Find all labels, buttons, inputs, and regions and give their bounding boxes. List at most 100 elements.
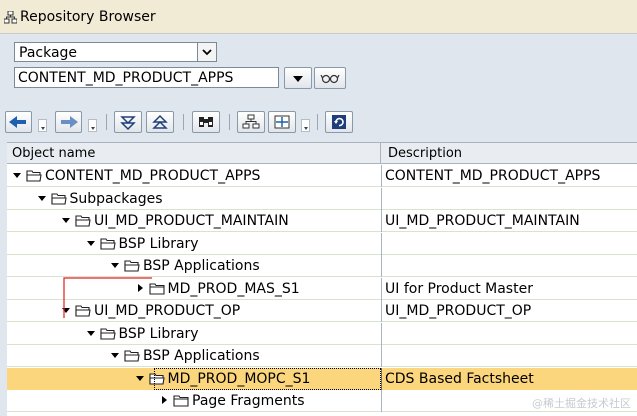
object-name-cell[interactable]: MD_PROD_MAS_S1 xyxy=(7,278,380,300)
object-name-label: BSP Applications xyxy=(143,348,260,364)
forward-button[interactable] xyxy=(55,111,82,133)
hierarchy-icon xyxy=(242,114,260,129)
expand-toggle-icon[interactable] xyxy=(134,281,146,295)
folder-open-icon xyxy=(124,350,140,362)
description-cell[interactable] xyxy=(381,322,637,345)
history-dropdown-button[interactable] xyxy=(284,67,312,89)
tree-row[interactable]: Subpackages xyxy=(7,187,637,210)
find-button[interactable] xyxy=(192,111,220,133)
object-tree-grid[interactable]: Object name Description CONTENT_MD_PRODU… xyxy=(7,142,637,416)
tree-row[interactable]: BSP Applications xyxy=(7,255,637,277)
toolbar-separator xyxy=(183,114,184,130)
description-cell[interactable] xyxy=(381,255,637,277)
folder-open-icon xyxy=(75,215,91,227)
object-type-value: Package xyxy=(19,45,78,61)
collapse-toggle-icon[interactable] xyxy=(109,258,121,272)
object-name-cell[interactable]: BSP Applications xyxy=(7,255,380,277)
tree-row[interactable]: MD_PROD_MOPC_S1 CDS Based Factsheet xyxy=(7,367,637,390)
forward-history-dropdown[interactable] xyxy=(88,119,97,132)
collapse-toggle-icon[interactable] xyxy=(60,303,72,317)
collapse-all-button[interactable] xyxy=(146,111,174,133)
refresh-icon xyxy=(332,115,346,129)
description-cell[interactable]: UI for Product Master xyxy=(381,277,637,300)
refresh-button[interactable] xyxy=(325,111,353,133)
back-history-dropdown[interactable] xyxy=(38,119,47,132)
folder-closed-icon xyxy=(148,282,165,295)
column-separator[interactable] xyxy=(380,143,381,164)
description-cell[interactable] xyxy=(381,232,637,255)
object-name-label: CONTENT_MD_PRODUCT_APPS xyxy=(45,168,261,184)
tree-row[interactable]: UI_MD_PRODUCT_MAINTAIN UI_MD_PRODUCT_MAIN… xyxy=(7,210,637,232)
collapse-toggle-icon[interactable] xyxy=(109,348,121,362)
expand-all-icon xyxy=(120,116,136,131)
description-cell[interactable]: CDS Based Factsheet xyxy=(381,367,637,390)
description-cell[interactable]: CONTENT_MD_PRODUCT_APPS xyxy=(381,165,637,187)
object-name-cell[interactable]: MD_PROD_MOPC_S1 xyxy=(7,367,381,390)
tree-row[interactable]: BSP Applications xyxy=(7,345,637,367)
collapse-toggle-icon[interactable] xyxy=(134,371,146,385)
triangle-down-icon xyxy=(293,76,303,82)
hierarchy-icon xyxy=(4,11,17,24)
object-name-cell[interactable]: BSP Library xyxy=(7,233,380,255)
object-name-cell[interactable]: BSP Library xyxy=(7,323,380,345)
object-name-label: Page Fragments xyxy=(192,393,305,409)
watermark: @稀土掘金技术社区 xyxy=(532,397,631,410)
collapse-toggle-icon[interactable] xyxy=(36,191,48,205)
folder-open-icon xyxy=(75,305,91,317)
glasses-icon xyxy=(320,74,340,84)
grid-header: Object name Description xyxy=(7,143,637,164)
object-name-cell[interactable]: Page Fragments xyxy=(7,390,380,412)
description-label: UI_MD_PRODUCT_MAINTAIN xyxy=(385,213,580,229)
object-name-value: CONTENT_MD_PRODUCT_APPS xyxy=(18,70,234,86)
folder-open-icon xyxy=(50,192,67,205)
object-name-cell[interactable]: Subpackages xyxy=(7,188,380,210)
object-name-cell[interactable]: BSP Applications xyxy=(7,345,380,367)
tree-row[interactable]: MD_PROD_MAS_S1 UI for Product Master xyxy=(7,277,637,300)
chevron-down-icon[interactable] xyxy=(197,43,216,61)
object-name-label: UI_MD_PRODUCT_OP xyxy=(94,303,241,319)
tree-row[interactable]: UI_MD_PRODUCT_OP UI_MD_PRODUCT_OP xyxy=(7,300,637,322)
description-label: UI_MD_PRODUCT_OP xyxy=(385,303,532,319)
collapse-toggle-icon[interactable] xyxy=(60,213,72,227)
description-label: UI for Product Master xyxy=(385,280,533,297)
folder-open-icon xyxy=(124,260,140,272)
object-name-label: BSP Library xyxy=(118,235,199,252)
description-cell[interactable] xyxy=(381,345,637,367)
object-name-cell[interactable]: UI_MD_PRODUCT_MAINTAIN xyxy=(7,210,380,232)
browser-area: Package CONTENT_MD_PRODUCT_APPS Object n… xyxy=(0,35,637,416)
object-name-label: Subpackages xyxy=(69,190,163,207)
display-button[interactable] xyxy=(314,67,346,89)
folder-open-icon xyxy=(99,327,116,340)
expand-all-button[interactable] xyxy=(114,111,142,133)
toolbar-separator xyxy=(229,114,230,130)
arrow-left-icon xyxy=(9,116,26,128)
collapse-toggle-icon[interactable] xyxy=(11,168,23,182)
tree-row[interactable]: BSP Library xyxy=(7,322,637,345)
expand-toggle-icon[interactable] xyxy=(158,393,170,407)
column-description[interactable]: Description xyxy=(388,146,462,161)
description-cell[interactable]: UI_MD_PRODUCT_OP xyxy=(381,300,637,322)
description-cell[interactable] xyxy=(381,187,637,210)
column-object-name[interactable]: Object name xyxy=(12,146,95,161)
description-cell[interactable]: UI_MD_PRODUCT_MAINTAIN xyxy=(381,210,637,232)
object-name-cell[interactable]: UI_MD_PRODUCT_OP xyxy=(7,300,380,322)
folder-open-icon xyxy=(26,170,42,182)
grid-select-icon xyxy=(274,115,290,129)
object-name-label: MD_PROD_MAS_S1 xyxy=(167,280,300,297)
object-name-input[interactable]: CONTENT_MD_PRODUCT_APPS xyxy=(14,67,279,88)
object-name-cell[interactable]: CONTENT_MD_PRODUCT_APPS xyxy=(7,165,380,187)
object-name-label: BSP Library xyxy=(118,325,199,342)
tree-row[interactable]: CONTENT_MD_PRODUCT_APPS CONTENT_MD_PRODUC… xyxy=(7,165,637,187)
binoculars-icon xyxy=(199,117,213,127)
layout-dropdown[interactable] xyxy=(301,119,310,132)
collapse-toggle-icon[interactable] xyxy=(85,326,97,340)
back-button[interactable] xyxy=(5,111,32,133)
object-type-select[interactable]: Package xyxy=(14,42,217,62)
collapse-toggle-icon[interactable] xyxy=(85,236,97,250)
collapse-all-icon xyxy=(152,114,168,129)
description-label: CDS Based Factsheet xyxy=(385,370,534,387)
tree-row[interactable]: BSP Library xyxy=(7,232,637,255)
layout-button[interactable] xyxy=(268,111,296,133)
hierarchy-button[interactable] xyxy=(237,111,265,133)
title-bar: Repository Browser xyxy=(0,0,637,34)
